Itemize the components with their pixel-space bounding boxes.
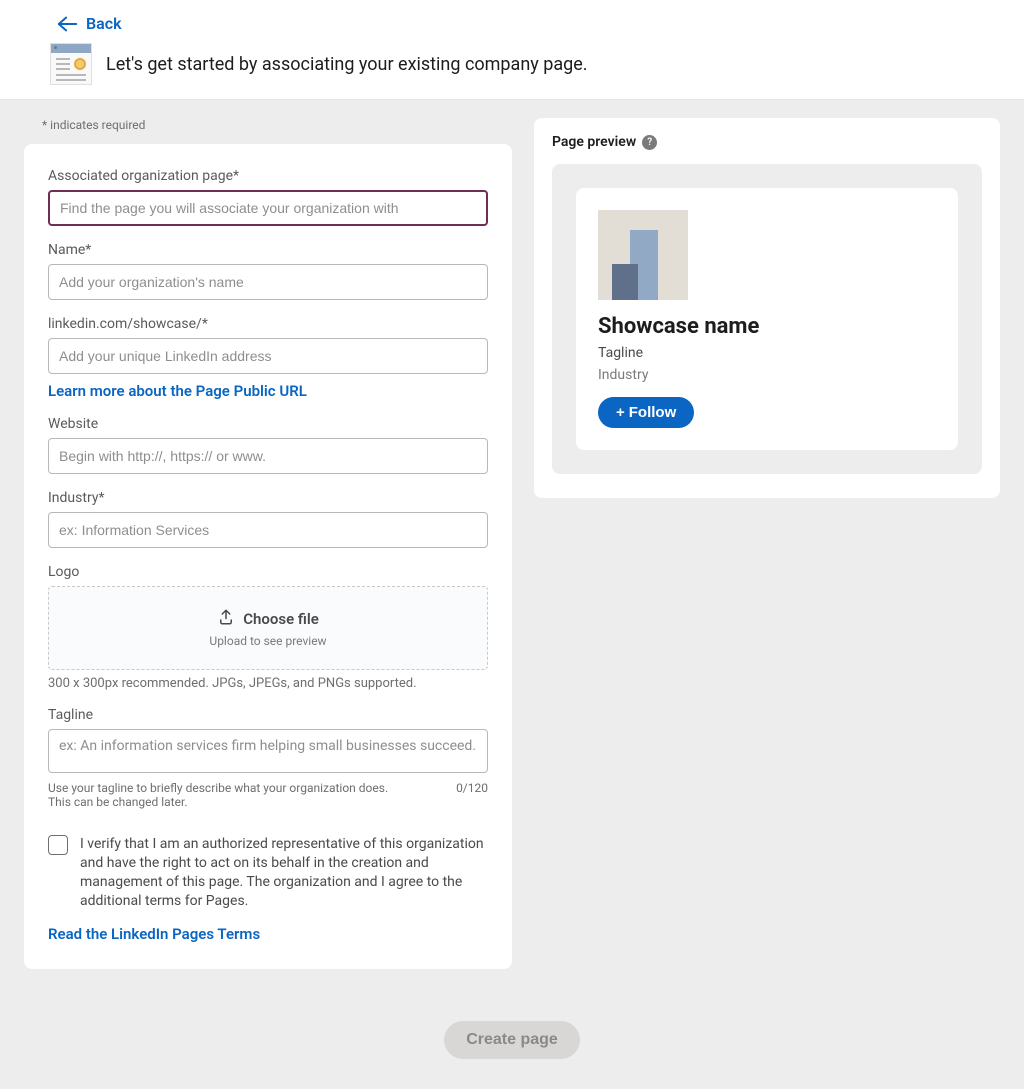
back-link[interactable]: Back xyxy=(20,8,1004,43)
create-page-button[interactable]: Create page xyxy=(444,1021,580,1059)
tagline-counter: 0/120 xyxy=(456,781,488,809)
preview-header: Page preview ? xyxy=(552,134,982,150)
input-url[interactable] xyxy=(48,338,488,374)
field-website: Website xyxy=(48,416,488,474)
page-header: Back Let's get started by associating yo… xyxy=(0,0,1024,100)
plus-icon: + xyxy=(616,404,625,421)
page-icon xyxy=(50,43,92,85)
field-associated-org: Associated organization page* xyxy=(48,168,488,226)
preview-industry: Industry xyxy=(598,367,936,383)
label-associated-org: Associated organization page* xyxy=(48,168,488,184)
verify-checkbox[interactable] xyxy=(48,835,68,855)
verify-row: I verify that I am an authorized represe… xyxy=(48,835,488,911)
input-industry[interactable] xyxy=(48,512,488,548)
label-logo: Logo xyxy=(48,564,488,580)
logo-size-hint: 300 x 300px recommended. JPGs, JPEGs, an… xyxy=(48,676,488,691)
label-url: linkedin.com/showcase/* xyxy=(48,316,488,332)
verify-text: I verify that I am an authorized represe… xyxy=(80,835,488,911)
required-note: * indicates required xyxy=(24,118,512,144)
intro-text: Let's get started by associating your ex… xyxy=(106,54,588,75)
tagline-hint: Use your tagline to briefly describe wha… xyxy=(48,781,408,809)
preview-tagline: Tagline xyxy=(598,345,936,361)
preview-card: Showcase name Tagline Industry + Follow xyxy=(576,188,958,450)
main-content: * indicates required Associated organiza… xyxy=(0,100,1024,999)
input-associated-org[interactable] xyxy=(48,190,488,226)
label-website: Website xyxy=(48,416,488,432)
create-row: Create page xyxy=(0,999,1024,1089)
form-card: Associated organization page* Name* link… xyxy=(24,144,512,969)
form-column: * indicates required Associated organiza… xyxy=(24,118,512,969)
field-industry: Industry* xyxy=(48,490,488,548)
arrow-left-icon xyxy=(56,15,78,33)
label-name: Name* xyxy=(48,242,488,258)
intro-row: Let's get started by associating your ex… xyxy=(20,43,1004,85)
field-tagline: Tagline Use your tagline to briefly desc… xyxy=(48,707,488,809)
upload-icon xyxy=(217,608,235,630)
logo-upload-hint: Upload to see preview xyxy=(209,634,326,648)
field-logo: Logo Choose file Upload to see preview 3… xyxy=(48,564,488,691)
input-tagline[interactable] xyxy=(48,729,488,773)
choose-file-label: Choose file xyxy=(243,610,319,628)
back-label: Back xyxy=(86,14,122,33)
follow-label: Follow xyxy=(629,404,677,421)
label-tagline: Tagline xyxy=(48,707,488,723)
preview-logo-placeholder xyxy=(598,210,688,300)
input-name[interactable] xyxy=(48,264,488,300)
preview-column: Page preview ? Showcase name Tagline Ind… xyxy=(534,118,1000,498)
follow-button[interactable]: + Follow xyxy=(598,397,694,428)
field-name: Name* xyxy=(48,242,488,300)
field-url: linkedin.com/showcase/* Learn more about… xyxy=(48,316,488,400)
link-pages-terms[interactable]: Read the LinkedIn Pages Terms xyxy=(48,925,260,943)
help-icon[interactable]: ? xyxy=(642,135,657,150)
link-learn-more-url[interactable]: Learn more about the Page Public URL xyxy=(48,382,307,400)
preview-title: Page preview xyxy=(552,134,636,150)
preview-name: Showcase name xyxy=(598,314,936,339)
label-industry: Industry* xyxy=(48,490,488,506)
preview-outer: Showcase name Tagline Industry + Follow xyxy=(552,164,982,474)
logo-upload-dropzone[interactable]: Choose file Upload to see preview xyxy=(48,586,488,670)
input-website[interactable] xyxy=(48,438,488,474)
